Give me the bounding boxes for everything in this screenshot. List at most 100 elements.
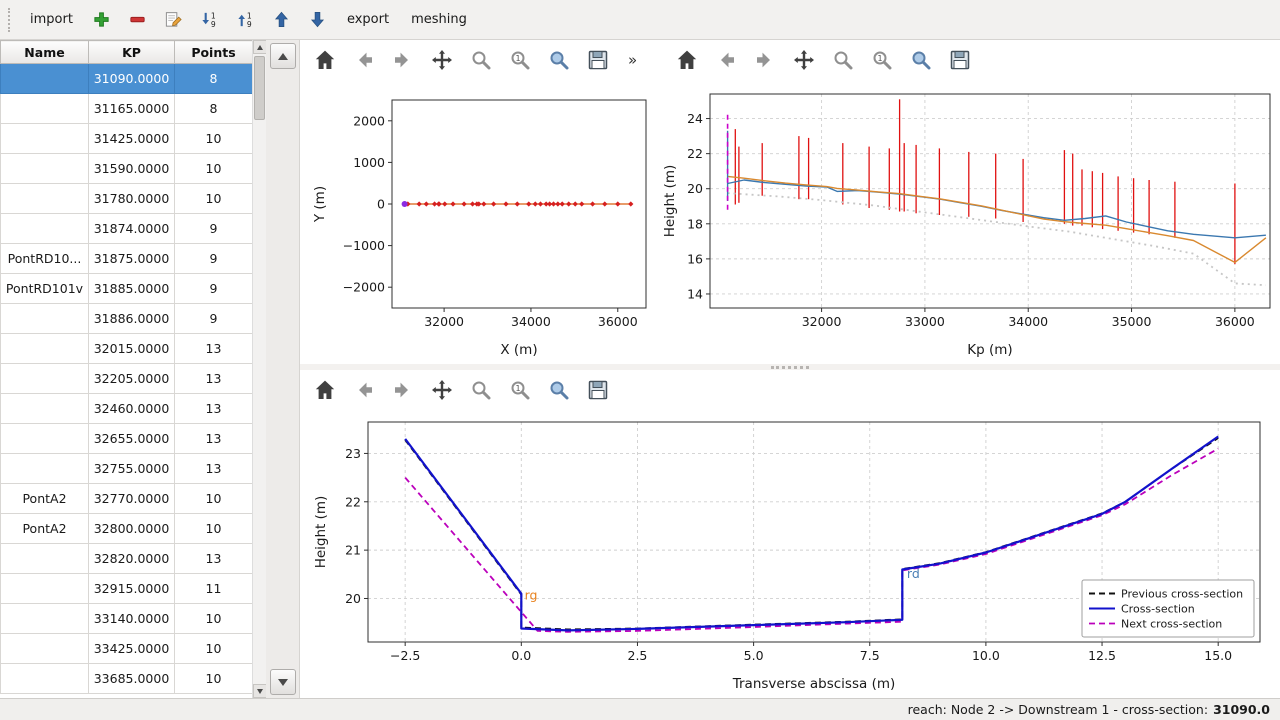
cell-kp[interactable]: 32755.0000 xyxy=(89,454,175,484)
table-row[interactable]: PontA232800.000010 xyxy=(1,514,253,544)
table-row[interactable]: 33425.000010 xyxy=(1,634,253,664)
cell-name[interactable] xyxy=(1,184,89,214)
cell-points[interactable]: 8 xyxy=(175,94,253,124)
cell-name[interactable] xyxy=(1,574,89,604)
cell-name[interactable]: PontA2 xyxy=(1,484,89,514)
cell-name[interactable] xyxy=(1,544,89,574)
cell-name[interactable] xyxy=(1,424,89,454)
cell-name[interactable] xyxy=(1,634,89,664)
cell-kp[interactable]: 32015.0000 xyxy=(89,334,175,364)
cell-kp[interactable]: 33140.0000 xyxy=(89,604,175,634)
move-up-button[interactable] xyxy=(269,7,295,33)
cell-kp[interactable]: 32205.0000 xyxy=(89,364,175,394)
zoom-rect-button[interactable] xyxy=(908,47,934,73)
table-row[interactable]: PontRD10...31875.00009 xyxy=(1,244,253,274)
toolbar-overflow-button[interactable]: » xyxy=(624,51,641,69)
cell-kp[interactable]: 31590.0000 xyxy=(89,154,175,184)
cell-points[interactable]: 10 xyxy=(175,124,253,154)
table-row[interactable]: 31590.000010 xyxy=(1,154,253,184)
forward-button[interactable] xyxy=(390,377,416,403)
table-scrollbar[interactable] xyxy=(252,40,266,698)
table-row[interactable]: 31874.00009 xyxy=(1,214,253,244)
home-button[interactable] xyxy=(312,47,338,73)
import-button[interactable]: import xyxy=(24,8,79,31)
cell-points[interactable]: 13 xyxy=(175,424,253,454)
cell-name[interactable]: PontA2 xyxy=(1,514,89,544)
table-row[interactable]: 32820.000013 xyxy=(1,544,253,574)
home-button[interactable] xyxy=(674,47,700,73)
forward-button[interactable] xyxy=(390,47,416,73)
table-row[interactable]: PontA232770.000010 xyxy=(1,484,253,514)
cell-kp[interactable]: 33425.0000 xyxy=(89,634,175,664)
back-button[interactable] xyxy=(351,377,377,403)
cell-kp[interactable]: 32800.0000 xyxy=(89,514,175,544)
zoom-orig-button[interactable]: 1 xyxy=(869,47,895,73)
cell-kp[interactable]: 32460.0000 xyxy=(89,394,175,424)
table-row[interactable]: 32205.000013 xyxy=(1,364,253,394)
pan-button[interactable] xyxy=(429,47,455,73)
longitudinal-profile-canvas[interactable]: 3200033000340003500036000141618202224Kp … xyxy=(662,80,1280,364)
cell-points[interactable]: 9 xyxy=(175,244,253,274)
cell-points[interactable]: 10 xyxy=(175,154,253,184)
sort-ascending-button[interactable]: 1 9 xyxy=(197,7,223,33)
home-button[interactable] xyxy=(312,377,338,403)
remove-cross-section-button[interactable] xyxy=(125,7,151,33)
table-row[interactable]: PontRD101v31885.00009 xyxy=(1,274,253,304)
back-button[interactable] xyxy=(351,47,377,73)
table-row[interactable]: 33685.000010 xyxy=(1,664,253,694)
cell-name[interactable] xyxy=(1,214,89,244)
cell-name[interactable] xyxy=(1,664,89,694)
scrollbar-track[interactable] xyxy=(253,54,266,684)
cross-section-canvas[interactable]: −2.50.02.55.07.510.012.515.020212223Tran… xyxy=(300,410,1280,698)
cell-name[interactable]: PontRD10... xyxy=(1,244,89,274)
table-row[interactable]: 31780.000010 xyxy=(1,184,253,214)
toolbar-grip[interactable] xyxy=(8,8,12,32)
cell-kp[interactable]: 31886.0000 xyxy=(89,304,175,334)
cell-kp[interactable]: 33685.0000 xyxy=(89,664,175,694)
add-cross-section-button[interactable] xyxy=(89,7,115,33)
save-button[interactable] xyxy=(947,47,973,73)
cell-kp[interactable]: 31885.0000 xyxy=(89,274,175,304)
scroll-up-button[interactable] xyxy=(253,40,267,54)
pan-button[interactable] xyxy=(791,47,817,73)
table-row[interactable]: 31090.00008 xyxy=(1,64,253,94)
table-row[interactable]: 32460.000013 xyxy=(1,394,253,424)
cell-name[interactable]: PontRD101v xyxy=(1,274,89,304)
table-row[interactable]: 32915.000011 xyxy=(1,574,253,604)
cell-points[interactable]: 13 xyxy=(175,394,253,424)
move-down-button[interactable] xyxy=(305,7,331,33)
scroll-down-button[interactable] xyxy=(253,684,267,698)
cell-points[interactable]: 10 xyxy=(175,184,253,214)
cell-points[interactable]: 10 xyxy=(175,634,253,664)
plan-view-canvas[interactable]: 320003400036000−2000−1000010002000X (m)Y… xyxy=(300,80,662,364)
cell-points[interactable]: 10 xyxy=(175,514,253,544)
cell-name[interactable] xyxy=(1,334,89,364)
cell-kp[interactable]: 31874.0000 xyxy=(89,214,175,244)
forward-button[interactable] xyxy=(752,47,778,73)
cell-kp[interactable]: 32915.0000 xyxy=(89,574,175,604)
cell-kp[interactable]: 31165.0000 xyxy=(89,94,175,124)
zoom-button[interactable] xyxy=(468,47,494,73)
save-button[interactable] xyxy=(585,47,611,73)
cell-points[interactable]: 13 xyxy=(175,454,253,484)
table-row[interactable]: 32015.000013 xyxy=(1,334,253,364)
sort-descending-button[interactable]: 1 9 xyxy=(233,7,259,33)
zoom-rect-button[interactable] xyxy=(546,377,572,403)
column-header-kp[interactable]: KP xyxy=(89,41,175,64)
cell-name[interactable] xyxy=(1,154,89,184)
table-row[interactable]: 31165.00008 xyxy=(1,94,253,124)
cell-name[interactable] xyxy=(1,394,89,424)
zoom-orig-button[interactable]: 1 xyxy=(507,47,533,73)
cell-points[interactable]: 10 xyxy=(175,664,253,694)
cell-kp[interactable]: 31780.0000 xyxy=(89,184,175,214)
cell-points[interactable]: 8 xyxy=(175,64,253,94)
table-row[interactable]: 33140.000010 xyxy=(1,604,253,634)
table-row[interactable]: 31425.000010 xyxy=(1,124,253,154)
cell-points[interactable]: 13 xyxy=(175,364,253,394)
cell-name[interactable] xyxy=(1,94,89,124)
cell-name[interactable] xyxy=(1,124,89,154)
cell-kp[interactable]: 31875.0000 xyxy=(89,244,175,274)
save-button[interactable] xyxy=(585,377,611,403)
zoom-orig-button[interactable]: 1 xyxy=(507,377,533,403)
cell-points[interactable]: 9 xyxy=(175,304,253,334)
